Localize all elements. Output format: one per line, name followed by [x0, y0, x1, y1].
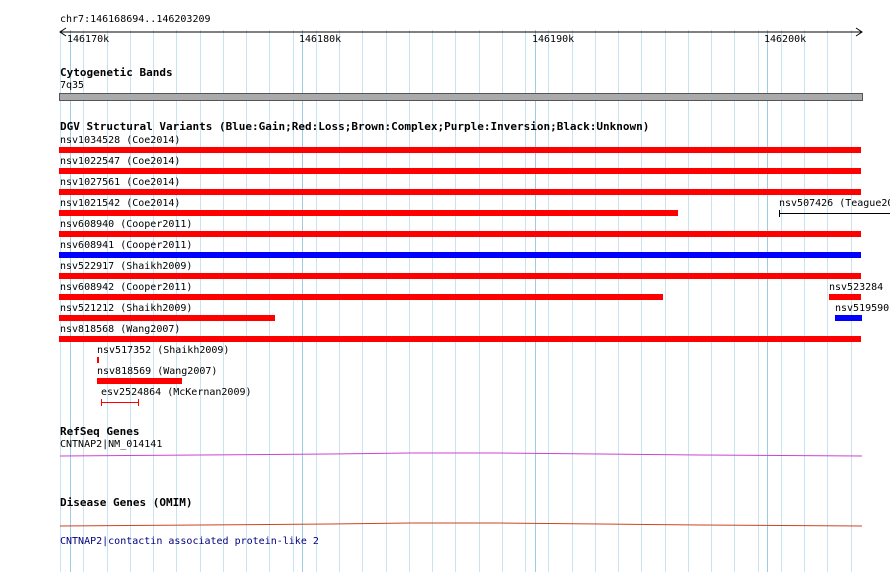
dgv-feature-label[interactable]: nsv507426 (Teague2010): [779, 198, 890, 210]
dgv-feature-bar[interactable]: [779, 210, 890, 218]
dgv-feature-bar[interactable]: [101, 399, 140, 407]
track-title-dgv: DGV Structural Variants (Blue:Gain;Red:L…: [60, 120, 650, 133]
omim-gene-model[interactable]: [0, 516, 890, 530]
dgv-feature-bar[interactable]: [59, 252, 861, 258]
dgv-feature-label[interactable]: esv2524864 (McKernan2009): [101, 387, 252, 399]
dgv-feature-bar[interactable]: [59, 273, 861, 279]
refseq-gene-model[interactable]: [0, 448, 890, 460]
dgv-feature-bar[interactable]: [829, 294, 861, 300]
dgv-feature-label[interactable]: nsv818568 (Wang2007): [60, 324, 180, 336]
dgv-feature-bar[interactable]: [59, 147, 861, 153]
dgv-feature-label[interactable]: nsv608940 (Cooper2011): [60, 219, 192, 231]
dgv-feature-label[interactable]: nsv608942 (Cooper2011): [60, 282, 192, 294]
dgv-feature-label[interactable]: nsv1022547 (Coe2014): [60, 156, 180, 168]
tick-label: 146180k: [299, 34, 342, 45]
dgv-feature-label[interactable]: nsv522917 (Shaikh2009): [60, 261, 192, 273]
dgv-feature-bar[interactable]: [59, 336, 861, 342]
dgv-feature-label[interactable]: nsv523284: [829, 282, 883, 294]
track-title-refseq: RefSeq Genes: [60, 425, 140, 438]
dgv-feature-bar[interactable]: [59, 231, 861, 237]
dgv-feature-bar[interactable]: [97, 357, 99, 363]
cytoband-bar[interactable]: [59, 93, 863, 101]
dgv-feature-label[interactable]: nsv608941 (Cooper2011): [60, 240, 192, 252]
cytoband-label: 7q35: [60, 80, 85, 91]
dgv-feature-label[interactable]: nsv818569 (Wang2007): [97, 366, 217, 378]
dgv-feature-bar[interactable]: [59, 189, 861, 195]
dgv-feature-bar[interactable]: [97, 378, 182, 384]
dgv-feature-label[interactable]: nsv1027561 (Coe2014): [60, 177, 180, 189]
dgv-feature-bar[interactable]: [59, 210, 678, 216]
dgv-feature-label[interactable]: nsv519590: [835, 303, 889, 315]
tick-label: 146200k: [764, 34, 807, 45]
location-label: chr7:146168694..146203209: [60, 14, 211, 25]
dgv-feature-bar[interactable]: [59, 294, 663, 300]
dgv-feature-bar[interactable]: [835, 315, 862, 321]
dgv-feature-bar[interactable]: [59, 168, 861, 174]
dgv-feature-label[interactable]: nsv1021542 (Coe2014): [60, 198, 180, 210]
omim-gene-label[interactable]: CNTNAP2|contactin associated protein-lik…: [60, 536, 319, 548]
dgv-feature-label[interactable]: nsv517352 (Shaikh2009): [97, 345, 229, 357]
dgv-feature-label[interactable]: nsv1034528 (Coe2014): [60, 135, 180, 147]
dgv-feature-bar[interactable]: [59, 315, 275, 321]
tick-label: 146170k: [67, 34, 110, 45]
track-title-cytoband: Cytogenetic Bands: [60, 66, 173, 79]
dgv-feature-label[interactable]: nsv521212 (Shaikh2009): [60, 303, 192, 315]
track-title-omim: Disease Genes (OMIM): [60, 496, 193, 509]
ruler[interactable]: [0, 26, 890, 46]
tick-label: 146190k: [532, 34, 575, 45]
